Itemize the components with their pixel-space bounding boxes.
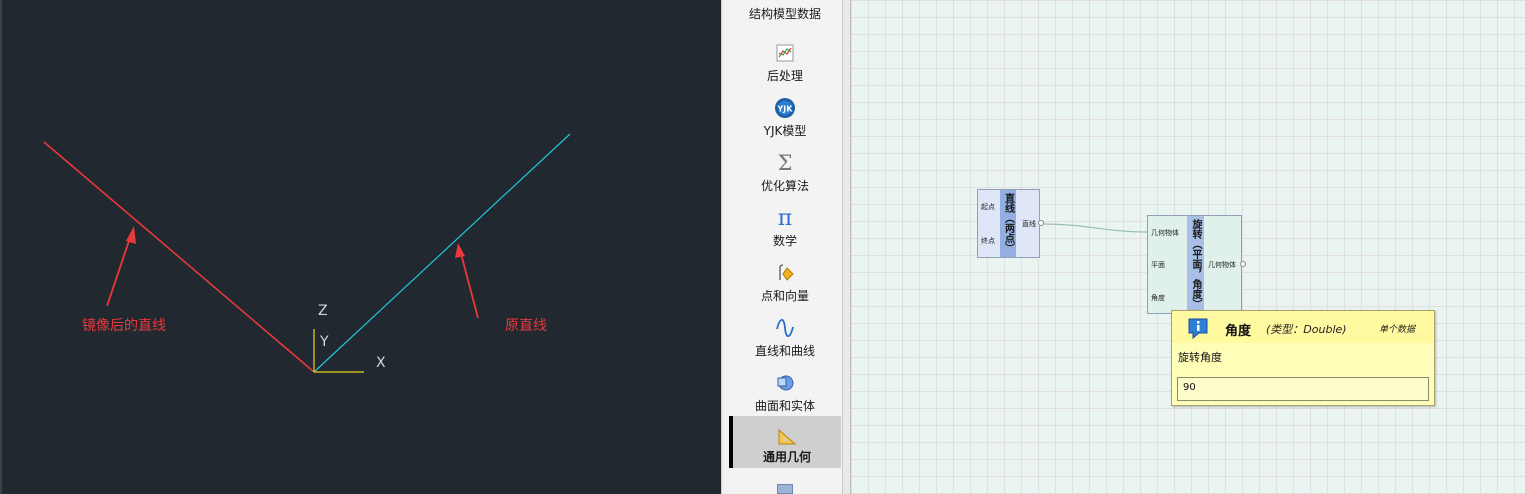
tooltip-description: 旋转角度: [1178, 351, 1222, 364]
toolbox-scrollbar[interactable]: [843, 0, 851, 494]
output-port[interactable]: [1240, 261, 1246, 267]
sigma-icon: Σ: [777, 151, 793, 175]
post-process-icon: [729, 42, 841, 64]
viewport-drawing: [43, 133, 571, 373]
toolbox-item-point-vector[interactable]: 点和向量: [729, 258, 841, 312]
mirrored-line-annotation: 镜像后的直线: [82, 318, 166, 334]
tooltip-parameter-name: 角度: [1225, 324, 1252, 339]
tooltip-value-field[interactable]: 90: [1177, 377, 1429, 401]
toolbox-item-general-geometry[interactable]: 通用几何: [729, 416, 841, 468]
axis-x-label: X: [376, 355, 386, 371]
partial-next-item-icon: [777, 484, 793, 494]
toolbox-item-line-curve[interactable]: 直线和曲线: [729, 313, 841, 367]
toolbox-label: 曲面和实体: [754, 399, 815, 413]
toolbox-item-surface-solid[interactable]: 曲面和实体: [729, 368, 841, 422]
surface-solid-icon: [729, 372, 841, 394]
axis-y-label: Y: [320, 334, 329, 350]
toolbox-item-optimization[interactable]: Σ 优化算法: [729, 148, 841, 202]
input-start-point[interactable]: 起点: [981, 202, 995, 212]
mirrored-line: [43, 141, 315, 373]
arrow-to-mirrored-line: [106, 226, 136, 307]
input-end-point[interactable]: 终点: [981, 236, 995, 246]
info-icon: [1186, 316, 1210, 340]
toolbox-label: 直线和曲线: [754, 344, 815, 358]
structure-model-icon: [729, 0, 841, 2]
toolbox-label: 优化算法: [760, 179, 809, 193]
node-line-two-points[interactable]: 起点 终点 直线（两点） 直线: [977, 189, 1044, 258]
toolbox-item-structure-model-data[interactable]: 结构模型数据: [729, 0, 841, 30]
pi-icon: π: [777, 205, 793, 231]
axis-z-label: Z: [318, 303, 328, 319]
toolbox-item-post-process[interactable]: 后处理: [729, 38, 841, 92]
point-vector-icon: [729, 262, 841, 284]
toolbox-label: 后处理: [766, 69, 803, 83]
category-toolbox: 结构模型数据 后处理 YJK YJK模型 Σ 优化算法 π 数学 点和向量 直线…: [725, 0, 843, 494]
node-title: 直线（两点）: [1000, 190, 1016, 257]
toolbox-item-math[interactable]: π 数学: [729, 203, 841, 257]
yjk-model-icon: YJK: [729, 97, 841, 119]
curve-icon: [729, 317, 841, 339]
original-line: [313, 133, 571, 373]
node-title: 旋转（平面，角度）: [1187, 216, 1204, 313]
output-geometry[interactable]: 几何物体: [1208, 260, 1236, 270]
3d-viewport[interactable]: 镜像后的直线 原直线 Z Y X: [0, 0, 721, 494]
toolbox-item-yjk-model[interactable]: YJK YJK模型: [729, 93, 841, 147]
parameter-tooltip: 角度 (类型：Double) 单个数据 旋转角度 90: [1171, 310, 1435, 406]
node-rotate-plane-angle[interactable]: 几何物体 平面 角度 旋转（平面，角度） 几何物体: [1147, 215, 1246, 314]
input-angle[interactable]: 角度: [1151, 293, 1165, 303]
original-line-annotation: 原直线: [505, 318, 547, 334]
toolbox-label: YJK模型: [763, 124, 807, 138]
tooltip-parameter-type: (类型：Double): [1266, 323, 1347, 336]
toolbox-label: 通用几何: [762, 450, 811, 464]
tooltip-access-mode: 单个数据: [1379, 325, 1416, 335]
input-geometry[interactable]: 几何物体: [1151, 228, 1179, 238]
output-port[interactable]: [1038, 220, 1044, 226]
node-canvas[interactable]: 起点 终点 直线（两点） 直线 几何物体 平面 角度 旋转（平面，角度） 几何物…: [851, 0, 1525, 494]
wire-line-to-rotate: [1043, 223, 1148, 233]
input-plane[interactable]: 平面: [1151, 260, 1165, 270]
toolbox-label: 结构模型数据: [748, 7, 821, 21]
toolbox-label: 数学: [772, 234, 797, 248]
svg-text:YJK: YJK: [777, 105, 794, 114]
toolbox-label: 点和向量: [760, 289, 809, 303]
arrow-to-original-line: [455, 243, 479, 319]
set-square-icon: [733, 426, 841, 448]
output-line[interactable]: 直线: [1022, 219, 1036, 229]
